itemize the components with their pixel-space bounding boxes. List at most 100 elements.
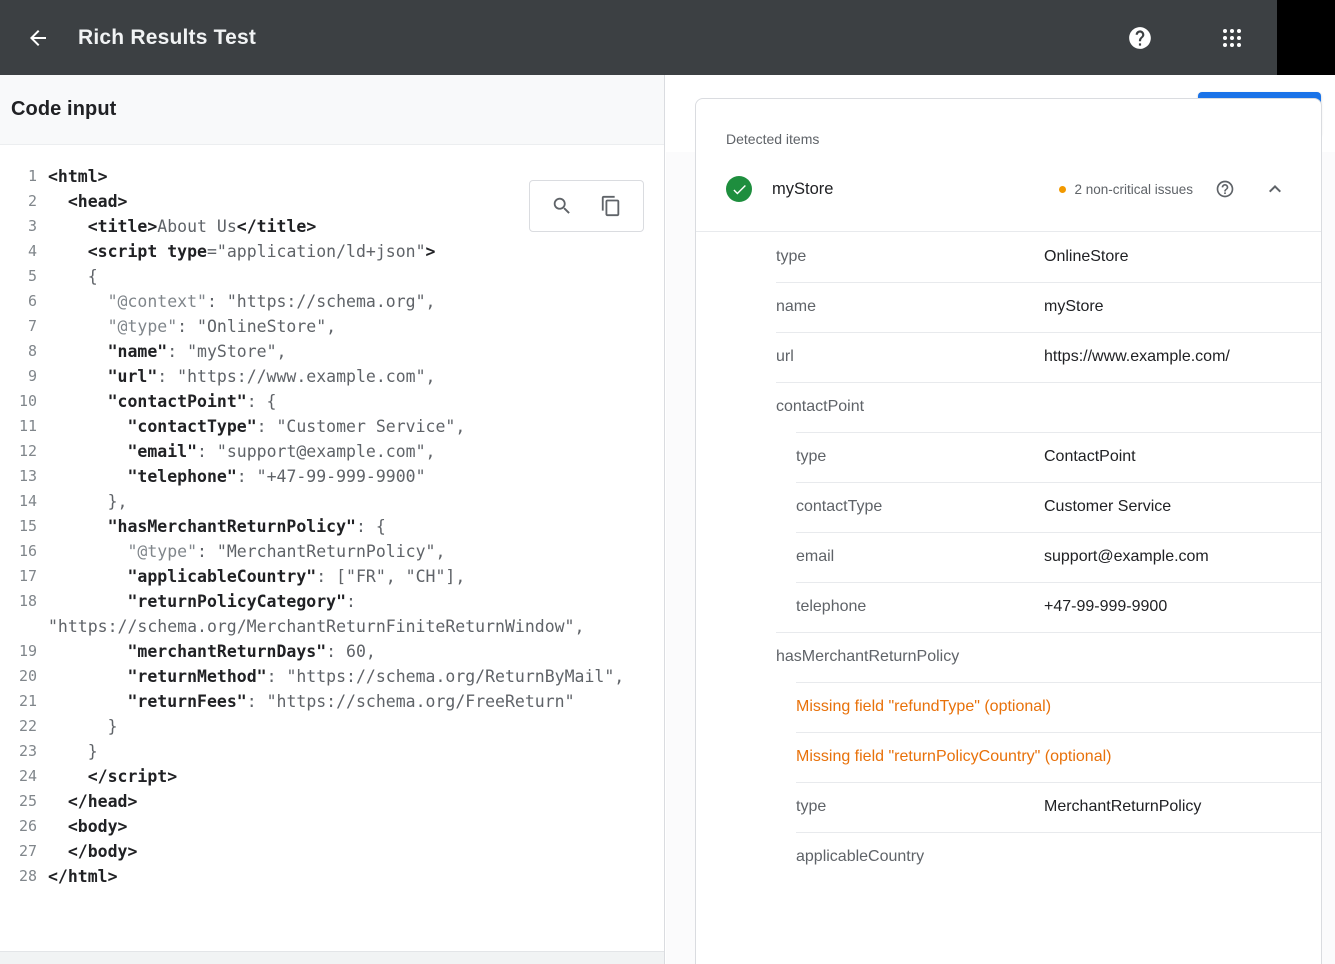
line-number: 8: [0, 339, 37, 364]
code-line: 26 <body>: [0, 814, 664, 839]
code-line: 27 </body>: [0, 839, 664, 864]
property-value: MerchantReturnPolicy: [1044, 798, 1201, 816]
code-line: 7 "@type": "OnlineStore",: [0, 314, 664, 339]
line-number: 6: [0, 289, 37, 314]
line-number: 23: [0, 739, 37, 764]
detected-items-table: typeOnlineStore name myStore url https://www…: [696, 231, 1321, 882]
issue-dot-icon: [1059, 186, 1066, 193]
line-number: 11: [0, 414, 37, 439]
code-line: 25 </head>: [0, 789, 664, 814]
section-row: contactPoint: [696, 382, 1321, 432]
valid-check-icon: [726, 176, 752, 202]
topbar: Rich Results Test: [0, 0, 1335, 75]
property-row: name myStore: [696, 282, 1321, 332]
masked-region: [1277, 0, 1335, 75]
line-number: 26: [0, 814, 37, 839]
line-number: 10: [0, 389, 37, 414]
property-row: typeOnlineStore: [696, 232, 1321, 282]
line-number: 25: [0, 789, 37, 814]
line-number: 13: [0, 464, 37, 489]
code-line: 20 "returnMethod": "https://schema.org/R…: [0, 664, 664, 689]
line-number: 16: [0, 539, 37, 564]
line-number: 9: [0, 364, 37, 389]
code-line: 10 "contactPoint": {: [0, 389, 664, 414]
warning-text[interactable]: Missing field "returnPolicyCountry" (opt…: [796, 748, 1111, 766]
detected-items-label: Detected items: [696, 99, 1321, 147]
property-key: contactType: [796, 498, 882, 516]
property-value: ContactPoint: [1044, 448, 1136, 466]
apps-grid-icon[interactable]: [1212, 18, 1252, 58]
entity-name: myStore: [772, 180, 833, 199]
property-value: support@example.com: [1044, 548, 1209, 566]
line-number: 1: [0, 164, 37, 189]
back-arrow-icon[interactable]: [18, 18, 58, 58]
line-number: 21: [0, 689, 37, 714]
code-line: 28</html>: [0, 864, 664, 889]
line-number: 24: [0, 764, 37, 789]
code-line: 24 </script>: [0, 764, 664, 789]
search-icon[interactable]: [544, 188, 580, 224]
property-row: contactType Customer Service: [696, 482, 1321, 532]
line-number: 4: [0, 239, 37, 264]
property-row: type ContactPoint: [696, 432, 1321, 482]
code-input-title: Code input: [11, 98, 116, 121]
property-key: contactPoint: [776, 398, 864, 416]
code-line: 19 "merchantReturnDays": 60,: [0, 639, 664, 664]
warning-row[interactable]: Missing field "returnPolicyCountry" (opt…: [696, 732, 1321, 782]
property-value: myStore: [1044, 298, 1104, 316]
code-line: 9 "url": "https://www.example.com",: [0, 364, 664, 389]
line-number: 7: [0, 314, 37, 339]
help-outline-icon[interactable]: [1207, 171, 1243, 207]
detected-items-card: Detected items myStore 2 non-critical is…: [695, 98, 1322, 964]
chevron-up-icon[interactable]: [1257, 171, 1293, 207]
line-number: 28: [0, 864, 37, 889]
line-number: 17: [0, 564, 37, 589]
code-line: 15 "hasMerchantReturnPolicy": {: [0, 514, 664, 539]
code-editor[interactable]: 1<html>2 <head>3 <title>About Us</title>…: [0, 145, 664, 951]
section-row: hasMerchantReturnPolicy: [696, 632, 1321, 682]
code-toolbar: [529, 180, 644, 232]
warning-row[interactable]: Missing field "refundType" (optional): [696, 682, 1321, 732]
section-row: applicableCountry: [696, 832, 1321, 882]
code-line: 22 }: [0, 714, 664, 739]
property-key: email: [796, 548, 834, 566]
help-icon[interactable]: [1120, 18, 1160, 58]
code-line: 16 "@type": "MerchantReturnPolicy",: [0, 539, 664, 564]
copy-icon[interactable]: [593, 188, 629, 224]
property-key: type: [776, 248, 806, 266]
property-value: Customer Service: [1044, 498, 1171, 516]
line-number: 19: [0, 639, 37, 664]
code-line: 12 "email": "support@example.com",: [0, 439, 664, 464]
property-key: telephone: [796, 598, 866, 616]
code-line: 18 "returnPolicyCategory": "https://sche…: [0, 589, 664, 639]
detected-entity-row[interactable]: myStore 2 non-critical issues: [696, 147, 1321, 231]
line-number: 22: [0, 714, 37, 739]
code-line: 5 {: [0, 264, 664, 289]
line-number: 2: [0, 189, 37, 214]
property-key: type: [796, 798, 826, 816]
line-number: 5: [0, 264, 37, 289]
horizontal-scrollbar[interactable]: [0, 951, 664, 964]
property-row: telephone +47-99-999-9900: [696, 582, 1321, 632]
property-key: hasMerchantReturnPolicy: [776, 648, 959, 666]
property-row: email support@example.com: [696, 532, 1321, 582]
code-line: 17 "applicableCountry": ["FR", "CH"],: [0, 564, 664, 589]
property-key: url: [776, 348, 794, 366]
property-value: +47-99-999-9900: [1044, 598, 1167, 616]
line-number: 20: [0, 664, 37, 689]
code-line: 21 "returnFees": "https://schema.org/Fre…: [0, 689, 664, 714]
property-key: type: [796, 448, 826, 466]
warning-text[interactable]: Missing field "refundType" (optional): [796, 698, 1051, 716]
code-input-header: Code input: [0, 75, 664, 145]
code-line: 4 <script type="application/ld+json">: [0, 239, 664, 264]
line-number: 12: [0, 439, 37, 464]
test-results-panel: Test results Organization SHARE Detected…: [666, 75, 1335, 964]
code-line: 11 "contactType": "Customer Service",: [0, 414, 664, 439]
property-key: name: [776, 298, 816, 316]
property-value: https://www.example.com/: [1044, 348, 1230, 366]
code-input-panel: Code input 1<html>2 <head>3 <title>About…: [0, 75, 665, 964]
line-number: 15: [0, 514, 37, 539]
code-line: 14 },: [0, 489, 664, 514]
property-row: url https://www.example.com/: [696, 332, 1321, 382]
issues-summary: 2 non-critical issues: [1074, 182, 1193, 197]
